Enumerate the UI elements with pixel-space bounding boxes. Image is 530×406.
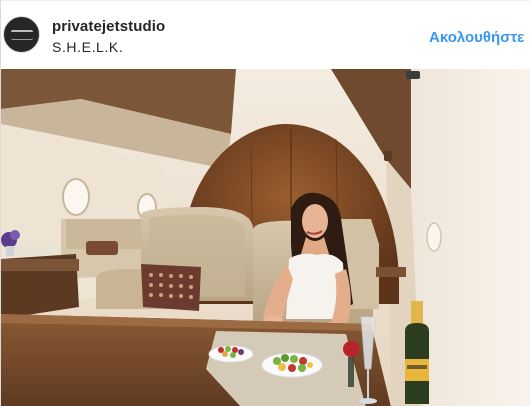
follow-button[interactable]: Ακολουθήστε <box>429 29 524 46</box>
post-header: privatejetstudio S.H.E.L.K. Ακολουθήστε <box>1 1 530 69</box>
profile-avatar[interactable] <box>3 16 40 53</box>
jet-cabin-photo <box>1 69 530 406</box>
private-jet-studio-logo-icon <box>4 17 39 52</box>
instagram-post: privatejetstudio S.H.E.L.K. Ακολουθήστε <box>0 0 530 406</box>
post-username[interactable]: privatejetstudio <box>52 18 165 35</box>
post-photo[interactable] <box>1 69 530 406</box>
post-location[interactable]: S.H.E.L.K. <box>52 39 123 55</box>
